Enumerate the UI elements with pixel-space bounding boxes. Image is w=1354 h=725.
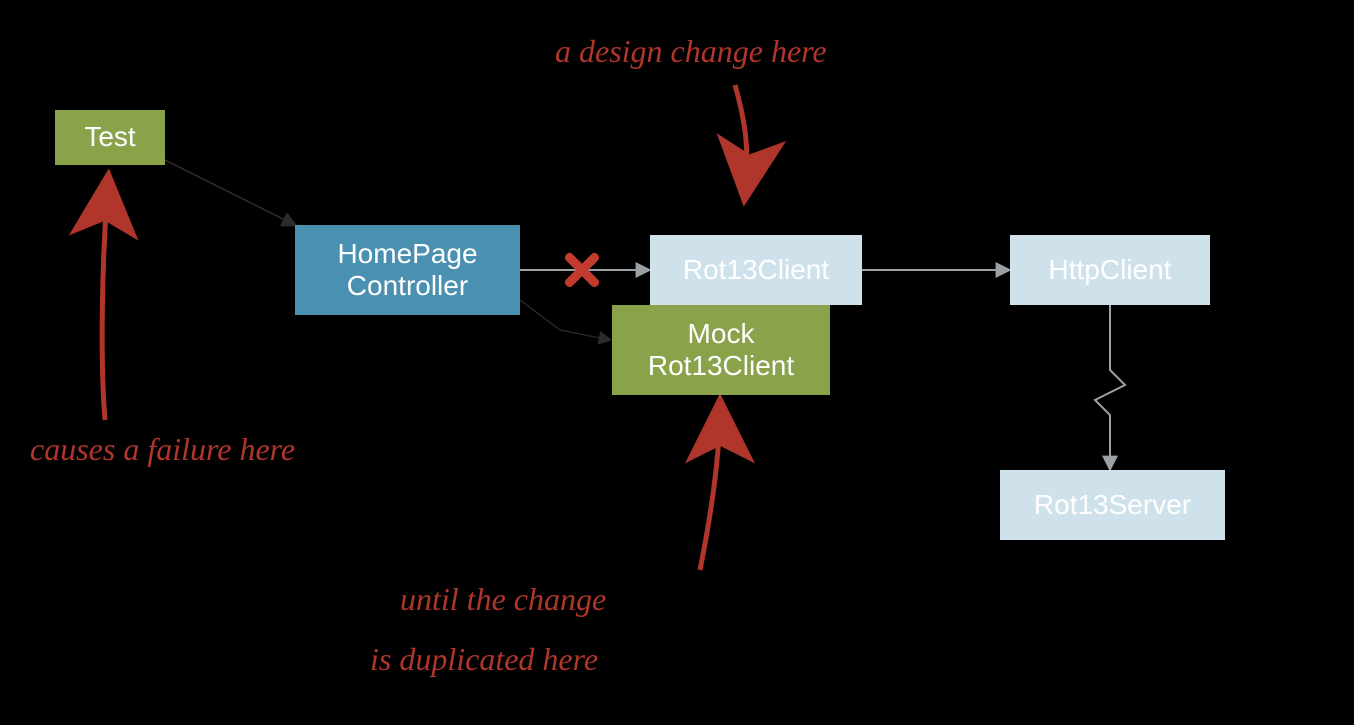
node-httpclient: HttpClient bbox=[1010, 235, 1210, 305]
annot-causes-failure: causes a failure here bbox=[30, 430, 295, 468]
edge-test-controller bbox=[165, 160, 295, 225]
annot-arrow-until-change bbox=[700, 405, 720, 570]
edge-controller-mock bbox=[520, 300, 610, 340]
node-rot13client-label: Rot13Client bbox=[683, 254, 829, 286]
edge-httpclient-rot13server bbox=[1095, 305, 1125, 470]
node-httpclient-label: HttpClient bbox=[1049, 254, 1172, 286]
node-mock-label: Mock Rot13Client bbox=[648, 318, 794, 382]
annot-until-change-2: is duplicated here bbox=[370, 640, 598, 678]
annot-until-change-1: until the change bbox=[400, 580, 606, 618]
node-rot13server-label: Rot13Server bbox=[1034, 489, 1191, 521]
node-mock: Mock Rot13Client bbox=[612, 305, 830, 395]
node-rot13server: Rot13Server bbox=[1000, 470, 1225, 540]
broken-edge-icon bbox=[560, 248, 604, 292]
node-rot13client: Rot13Client bbox=[650, 235, 862, 305]
annot-arrow-design-change bbox=[735, 85, 747, 195]
node-controller-label: HomePage Controller bbox=[337, 238, 477, 302]
node-test-label: Test bbox=[84, 121, 135, 153]
annot-design-change: a design change here bbox=[555, 32, 827, 70]
annot-arrow-causes-failure bbox=[102, 180, 108, 420]
diagram-canvas: Test HomePage Controller Rot13Client Moc… bbox=[0, 0, 1354, 725]
node-controller: HomePage Controller bbox=[295, 225, 520, 315]
node-test: Test bbox=[55, 110, 165, 165]
